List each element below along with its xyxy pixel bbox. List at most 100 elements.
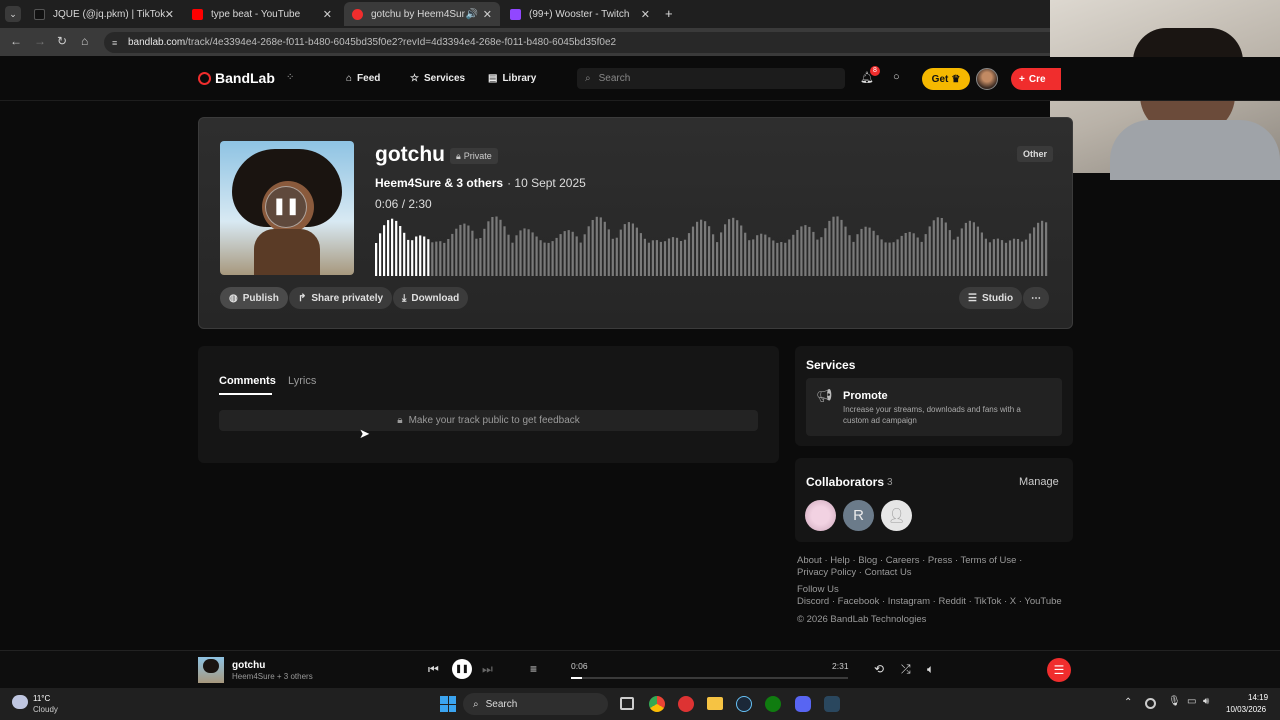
queue-icon[interactable]: ≡	[530, 662, 537, 676]
network-icon[interactable]: ▭	[1187, 696, 1196, 707]
promote-desc-1: Increase your streams, downloads and fan…	[843, 405, 1021, 414]
collaborator-avatar-default[interactable]: 👤︎	[881, 500, 912, 531]
tab-youtube[interactable]: type beat - YouTube ✕	[184, 2, 340, 26]
waveform-bar	[675, 237, 679, 276]
share-privately-button[interactable]: ↱ Share privately	[289, 287, 393, 309]
home-icon[interactable]: ⌂	[81, 34, 88, 48]
bandlab-icon	[352, 8, 363, 20]
close-tab-icon[interactable]: ✕	[323, 8, 332, 21]
volume-icon[interactable]: 🔈︎	[927, 662, 934, 677]
task-view-icon[interactable]	[620, 697, 634, 710]
tab-bandlab[interactable]: gotchu by Heem4Sure | Ban 🔊 ✕	[344, 2, 500, 26]
tab-lyrics[interactable]: Lyrics	[288, 375, 316, 387]
download-label: Download	[411, 292, 460, 304]
forward-icon[interactable]: →	[34, 34, 46, 48]
tray-chevron-icon[interactable]: ⌃	[1124, 697, 1132, 708]
audio-playing-icon[interactable]: 🔊	[466, 9, 478, 20]
collaborator-avatar[interactable]: R	[843, 500, 874, 531]
close-tab-icon[interactable]: ✕	[483, 8, 492, 21]
waveform-bar	[776, 242, 779, 276]
tab-twitch[interactable]: (99+) Wooster - Twitch ✕	[502, 2, 658, 26]
manage-link[interactable]: Manage	[1019, 476, 1059, 488]
user-icon: 👤︎	[887, 507, 906, 523]
new-tab-icon[interactable]: +	[665, 6, 673, 21]
player-artists[interactable]: Heem4Sure + 3 others	[232, 672, 313, 681]
steam-icon[interactable]	[736, 696, 752, 712]
track-artists-link[interactable]: Heem4Sure & 3 others	[375, 176, 503, 190]
waveform-bar	[724, 224, 727, 276]
previous-icon[interactable]: ⏮︎	[428, 662, 439, 677]
weather-condition[interactable]: Cloudy	[33, 705, 58, 714]
footer-links-1[interactable]: About · Help · Blog · Careers · Press · …	[797, 555, 1022, 566]
promote-card[interactable]: 📢︎ Promote Increase your streams, downlo…	[806, 378, 1062, 436]
tray-app-icon[interactable]	[1145, 698, 1156, 709]
nav-services[interactable]: ☆ Services	[410, 73, 465, 84]
nav-feed[interactable]: ⌂ Feed	[346, 73, 380, 84]
waveform-bar	[555, 237, 558, 276]
notification-badge: 8	[870, 66, 880, 76]
collaborator-avatar[interactable]	[805, 500, 836, 531]
chrome-icon[interactable]	[649, 696, 665, 712]
track-cover-art[interactable]: ❚❚	[220, 141, 354, 275]
get-membership-button[interactable]: Get ♛	[922, 68, 970, 90]
tab-tiktok[interactable]: JQUE (@jq.pkm) | TikTok ✕	[26, 2, 182, 26]
back-icon[interactable]: ←	[10, 34, 22, 48]
messages-icon[interactable]: ○	[893, 71, 900, 83]
url-field[interactable]: ≡ bandlab.com /track/4e3394e4-268e-f011-…	[104, 32, 1064, 53]
repeat-icon[interactable]: ⟲	[874, 662, 884, 676]
create-button[interactable]: + Cre	[1011, 68, 1061, 90]
download-button[interactable]: ⤓ Download	[393, 287, 469, 309]
pause-icon[interactable]: ❚❚	[265, 186, 307, 228]
waveform-bar	[772, 240, 775, 276]
microphone-icon[interactable]: 🎙︎	[1168, 696, 1181, 707]
studio-button[interactable]: ☰ Studio	[959, 287, 1023, 309]
user-avatar[interactable]	[976, 68, 998, 90]
tab-list-chevron-icon[interactable]: ⌄	[5, 6, 21, 22]
waveform-bar	[836, 216, 839, 276]
nav-library[interactable]: ▤ Library	[488, 73, 536, 84]
waveform[interactable]	[375, 216, 1049, 276]
xbox-icon[interactable]	[765, 696, 781, 712]
footer-links-2[interactable]: Privacy Policy · Contact Us	[797, 567, 912, 578]
close-tab-icon[interactable]: ✕	[641, 8, 650, 21]
chrome-alt-icon[interactable]	[678, 696, 694, 712]
waveform-bar	[800, 226, 803, 276]
weather-icon[interactable]	[12, 695, 28, 709]
clock-time[interactable]: 14:19	[1248, 693, 1268, 702]
publish-button[interactable]: ◍ Publish	[220, 287, 288, 309]
discord-icon[interactable]	[795, 696, 811, 712]
volume-tray-icon[interactable]: 🔊︎	[1203, 696, 1209, 707]
playlist-menu-button[interactable]: ☰	[1047, 658, 1071, 682]
waveform-bar	[383, 225, 386, 276]
waveform-bar	[884, 242, 887, 276]
services-title: Services	[806, 358, 856, 372]
lock-icon: 🔒︎	[456, 150, 461, 161]
shuffle-icon[interactable]: ⤮	[901, 662, 911, 677]
clock-date[interactable]: 10/03/2026	[1226, 705, 1266, 714]
steam-alt-icon[interactable]	[824, 696, 840, 712]
waveform-bar	[659, 241, 663, 276]
waveform-bar	[587, 226, 590, 276]
taskbar-search[interactable]: ⌕ Search	[463, 693, 608, 715]
player-pause-button[interactable]: ❚❚	[452, 659, 472, 679]
waveform-bar	[551, 241, 554, 276]
search-input[interactable]: ⌕ Search	[577, 68, 845, 89]
tab-comments[interactable]: Comments	[219, 375, 276, 387]
player-cover-art[interactable]	[198, 657, 224, 683]
more-options-icon[interactable]: ⋯	[1023, 287, 1049, 309]
start-windows-icon[interactable]	[440, 696, 456, 712]
site-info-icon[interactable]: ≡	[112, 38, 117, 48]
close-tab-icon[interactable]: ✕	[165, 8, 174, 21]
next-icon[interactable]: ⏭︎	[482, 662, 493, 677]
bandlab-logo[interactable]: BandLab	[198, 70, 275, 86]
waveform-bar	[655, 240, 659, 276]
apps-grid-icon[interactable]: ⁘	[286, 72, 294, 83]
waveform-bar	[687, 233, 691, 276]
player-progress-track[interactable]	[571, 677, 848, 679]
file-explorer-icon[interactable]	[707, 697, 723, 710]
player-title[interactable]: gotchu	[232, 660, 265, 671]
reload-icon[interactable]: ↻	[57, 34, 67, 48]
collaborators-count: 3	[887, 477, 893, 488]
footer-social-links[interactable]: Discord · Facebook · Instagram · Reddit …	[797, 596, 1062, 607]
weather-temp[interactable]: 11°C	[33, 694, 50, 703]
